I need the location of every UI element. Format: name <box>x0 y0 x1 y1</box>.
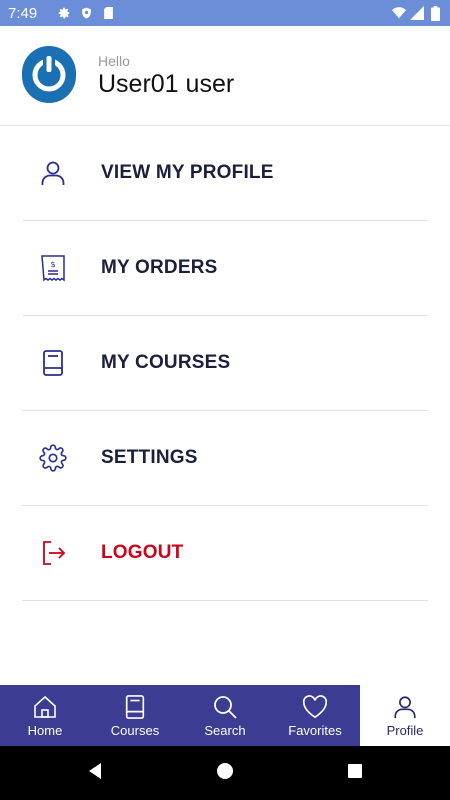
nav-favorites[interactable]: Favorites <box>270 685 360 746</box>
greeting-text: Hello <box>98 52 130 69</box>
signal-icon <box>410 6 424 20</box>
search-icon <box>212 694 238 720</box>
nav-label: Favorites <box>288 722 342 738</box>
nav-label: Search <box>204 722 246 738</box>
gear-icon <box>38 443 68 473</box>
person-icon <box>392 694 418 720</box>
menu-item-label: MY ORDERS <box>101 257 218 278</box>
nav-home[interactable]: Home <box>0 685 90 746</box>
shield-icon <box>79 6 93 20</box>
book-icon <box>122 694 148 720</box>
home-icon <box>32 694 58 720</box>
settings-item[interactable]: SETTINGS <box>22 411 428 506</box>
menu-item-label: LOGOUT <box>101 542 184 563</box>
nav-label: Home <box>27 722 63 738</box>
battery-icon <box>428 5 442 21</box>
recents-icon <box>347 763 363 784</box>
person-icon <box>38 158 68 188</box>
nav-search[interactable]: Search <box>180 685 270 746</box>
nav-profile[interactable]: Profile <box>360 685 450 746</box>
avatar <box>22 46 76 105</box>
wifi-icon <box>392 6 406 20</box>
status-left: 7:49 <box>8 5 115 22</box>
nav-courses[interactable]: Courses <box>90 685 180 746</box>
system-home-button[interactable] <box>160 762 290 785</box>
my-orders-item[interactable]: $ MY ORDERS <box>22 221 428 316</box>
power-icon <box>22 46 76 105</box>
menu-item-label: MY COURSES <box>101 352 231 373</box>
my-courses-item[interactable]: MY COURSES <box>22 316 428 411</box>
book-icon <box>38 348 68 378</box>
greeting-block: Hello User01 user <box>98 53 234 99</box>
logout-item[interactable]: LOGOUT <box>22 506 428 601</box>
profile-menu: VIEW MY PROFILE $ MY ORDERS MY COURSES S… <box>22 126 428 601</box>
bottom-nav: Home Courses Search Favorites Profile <box>0 685 450 746</box>
status-right <box>392 5 442 21</box>
menu-item-label: VIEW MY PROFILE <box>101 162 274 183</box>
heart-icon <box>302 694 328 720</box>
system-recents-button[interactable] <box>290 763 420 784</box>
menu-item-label: SETTINGS <box>101 447 198 468</box>
profile-header: Hello User01 user <box>0 26 450 126</box>
view-profile-item[interactable]: VIEW MY PROFILE <box>22 126 428 221</box>
nav-label: Profile <box>386 722 424 738</box>
system-nav-bar <box>0 746 450 800</box>
gear-icon <box>57 6 71 20</box>
back-icon <box>86 762 104 785</box>
system-back-button[interactable] <box>30 762 160 785</box>
sd-card-icon <box>101 6 115 20</box>
logout-icon <box>38 538 68 568</box>
receipt-icon: $ <box>38 253 68 283</box>
home-circle-icon <box>216 762 234 785</box>
svg-text:$: $ <box>50 260 55 269</box>
username: User01 user <box>98 69 235 98</box>
status-time: 7:49 <box>8 4 38 22</box>
nav-label: Courses <box>110 722 160 738</box>
status-bar: 7:49 <box>0 0 450 26</box>
